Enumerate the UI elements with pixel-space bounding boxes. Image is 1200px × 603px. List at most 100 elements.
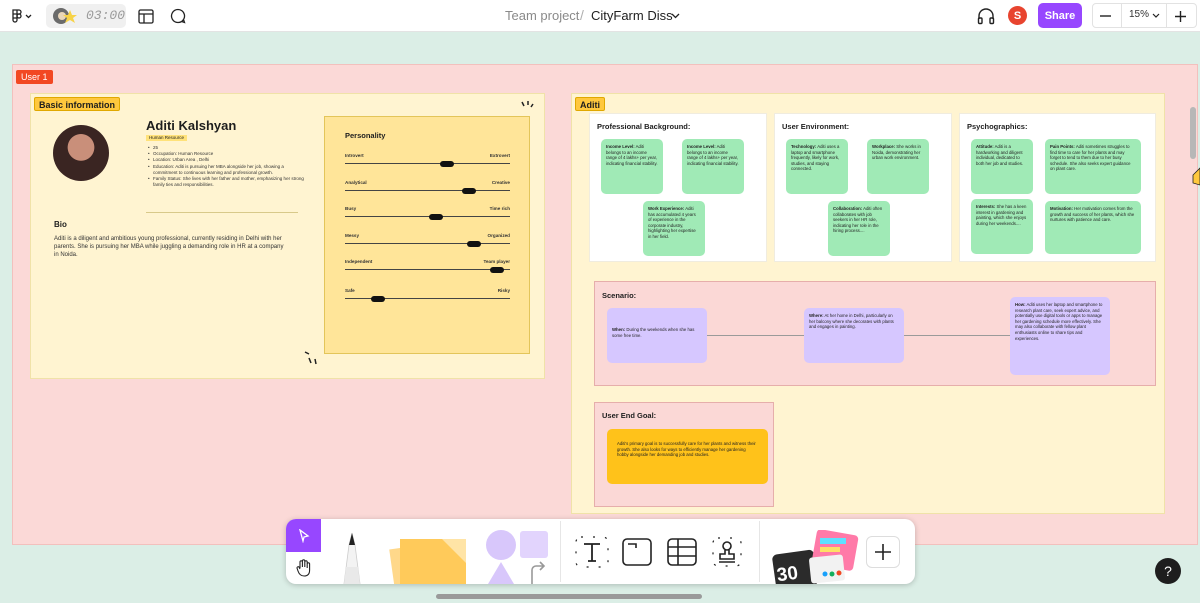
sticky-label: Workplace: <box>872 144 896 149</box>
slider-knob[interactable] <box>489 266 504 273</box>
select-tool-button[interactable] <box>286 519 321 552</box>
shapes-icon <box>486 530 548 584</box>
sticky-note[interactable]: Income Level: Aditi belongs to an income… <box>682 139 744 194</box>
panel-title: User Environment: <box>782 122 850 131</box>
sticky-note[interactable]: Interests: She has a keen interest in ga… <box>971 199 1033 254</box>
main-menu-button[interactable] <box>8 7 34 25</box>
sticky-note[interactable]: Pain Points: Aditi sometimes struggles t… <box>1045 139 1141 194</box>
table-tool-button[interactable] <box>665 536 699 568</box>
trait-left-label: Introvert <box>345 153 364 158</box>
slider-knob[interactable] <box>428 213 443 220</box>
trait-right-label: Time rich <box>489 206 510 211</box>
section-label[interactable]: User 1 <box>16 70 53 84</box>
sticky-label: Income Level: <box>687 144 716 149</box>
timer-avatars-icon <box>52 6 80 26</box>
table-icon <box>667 538 697 566</box>
trait-right-label: Creative <box>491 180 510 185</box>
stamp-tool-button[interactable] <box>710 536 744 568</box>
basic-information-tag[interactable]: Basic information <box>34 97 121 111</box>
aditi-tag[interactable]: Aditi <box>575 97 605 111</box>
sticky-label: Technology: <box>791 144 817 149</box>
trait-right-label: Extrovert <box>489 153 510 158</box>
plus-icon <box>875 544 891 560</box>
panel-title: Professional Background: <box>597 122 691 131</box>
sticky-note[interactable]: Where: At her home in Delhi, particularl… <box>804 308 904 363</box>
panel-title: Psychographics: <box>967 122 1028 131</box>
zoom-level[interactable]: 15% <box>1129 9 1149 20</box>
shapes-tool-button[interactable] <box>484 529 550 584</box>
trait-right-label: Organized <box>487 233 510 238</box>
sticky-note-tool-button[interactable] <box>386 531 472 594</box>
breadcrumb-team[interactable]: Team project <box>505 8 579 23</box>
sticky-note-stack-icon <box>389 539 466 594</box>
trait-left-label: Busy <box>345 206 357 211</box>
sticky-label: When: <box>612 327 626 332</box>
zoom-in-icon[interactable] <box>1172 8 1188 24</box>
panel-title: Scenario: <box>602 291 637 300</box>
horizontal-scrollbar[interactable] <box>436 594 702 599</box>
slider-knob[interactable] <box>371 295 385 302</box>
sticky-note[interactable]: Attitude: Aditi is a hardworking and dil… <box>971 139 1033 194</box>
more-tools-button[interactable] <box>866 536 900 568</box>
widgets-tool-button[interactable]: 30 <box>770 529 860 591</box>
trait-left-label: Independent <box>345 259 373 264</box>
user-avatar[interactable]: S <box>1008 6 1027 25</box>
text-tool-button[interactable] <box>575 536 609 568</box>
breadcrumb-file-name[interactable]: CityFarm Diss <box>591 8 673 23</box>
layout-panel-icon[interactable] <box>137 7 155 25</box>
sticky-label: Collaboration: <box>833 206 863 211</box>
timer-text: 03:00 <box>86 8 126 23</box>
slider-knob[interactable] <box>440 160 455 167</box>
help-button[interactable]: ? <box>1155 558 1181 584</box>
zoom-out-icon[interactable] <box>1097 8 1113 24</box>
text-icon <box>575 536 609 568</box>
slider-knob[interactable] <box>466 240 481 247</box>
pen-icon <box>343 532 361 585</box>
slider-track <box>345 216 510 217</box>
persona-role: Human Resource <box>146 135 188 141</box>
headphones-icon[interactable] <box>976 6 996 26</box>
cursor-arrow-icon <box>298 528 309 543</box>
persona-name: Aditi Kalshyan <box>146 118 237 133</box>
hand-icon <box>295 559 310 577</box>
hand-tool-button[interactable] <box>286 552 321 584</box>
sticky-note[interactable]: When: During the weekends when she has s… <box>607 308 707 363</box>
comment-icon[interactable] <box>169 7 187 25</box>
breadcrumb-separator: / <box>580 7 584 23</box>
personality-title: Personality <box>345 131 386 140</box>
vertical-scrollbar[interactable] <box>1190 107 1196 159</box>
slider-track <box>345 163 510 164</box>
sticky-note[interactable]: Collaboration: Aditi often collaborates … <box>828 201 890 256</box>
sticky-note[interactable]: Income Level: Aditi belongs to an income… <box>601 139 663 194</box>
sticky-text: During the weekends when she has some fr… <box>612 327 695 338</box>
sticky-note[interactable]: Workplace: She works in Noida, demonstra… <box>867 139 929 194</box>
panel-title: User End Goal: <box>602 411 657 420</box>
sticky-note[interactable]: Motivation: Her motivation comes from th… <box>1045 201 1141 254</box>
sticky-note[interactable]: Work Experience: Aditi has accumulated 4… <box>643 201 705 256</box>
slider-track <box>345 190 510 191</box>
slider-track <box>345 269 510 270</box>
zoom-chevron-down-icon[interactable] <box>1151 10 1161 20</box>
trait-left-label: Safe <box>345 288 355 293</box>
sticky-note[interactable]: Technology: Aditi uses a laptop and smar… <box>786 139 848 194</box>
chevron-down-icon[interactable] <box>669 10 681 22</box>
connector-line[interactable] <box>707 335 804 336</box>
sticky-note[interactable]: How: Aditi uses her laptop and smartphon… <box>1010 297 1110 375</box>
sticky-text: Aditi uses her laptop and smartphone to … <box>1015 302 1103 341</box>
figma-logo-icon <box>12 9 32 23</box>
share-button[interactable]: Share <box>1038 3 1082 28</box>
persona-details-list: 25 Occupation: Human Resource Location: … <box>148 145 308 188</box>
slider-knob[interactable] <box>461 187 476 194</box>
pen-tool-button[interactable] <box>332 527 372 585</box>
sticky-label: Interests: <box>976 204 996 209</box>
trait-left-label: Analytical <box>345 180 367 185</box>
connector-line[interactable] <box>904 335 1010 336</box>
sticky-label: How: <box>1015 302 1026 307</box>
sticky-note[interactable]: Aditi's primary goal is to successfully … <box>607 429 768 484</box>
sticky-label: Work Experience: <box>648 206 685 211</box>
section-tool-button[interactable] <box>620 536 654 568</box>
toolbar-divider <box>560 521 561 582</box>
sticky-label: Where: <box>809 313 824 318</box>
trait-right-label: Risky <box>497 288 510 293</box>
detail-item: Family Status: She lives with her father… <box>148 176 308 188</box>
